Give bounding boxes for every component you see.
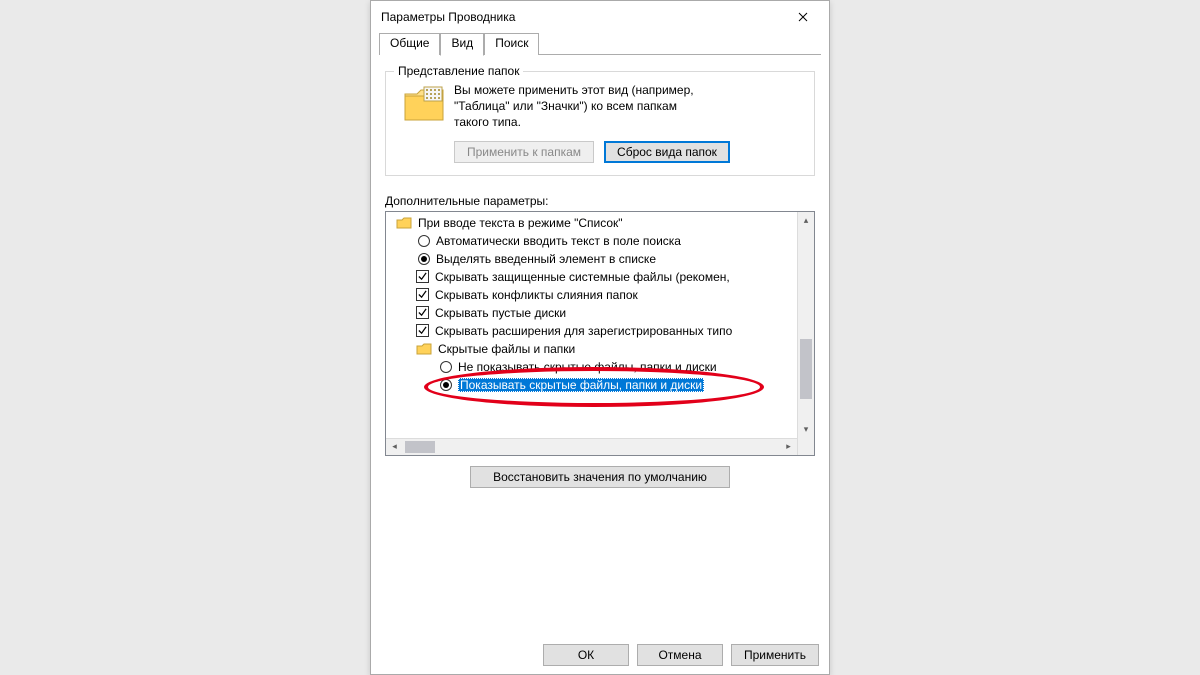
scroll-down-icon[interactable]: ▾ bbox=[798, 421, 815, 438]
tab-general[interactable]: Общие bbox=[379, 33, 440, 55]
checkbox-icon bbox=[416, 324, 429, 337]
radio-icon bbox=[418, 253, 430, 265]
scroll-thumb[interactable] bbox=[405, 441, 435, 453]
horizontal-scrollbar[interactable]: ◂ ▸ bbox=[386, 438, 814, 455]
tree-group-list-typing[interactable]: При вводе текста в режиме "Список" bbox=[386, 214, 814, 232]
checkbox-icon bbox=[416, 288, 429, 301]
scroll-thumb[interactable] bbox=[800, 339, 812, 399]
tree-check-hide-merge-conflicts[interactable]: Скрывать конфликты слияния папок bbox=[386, 286, 814, 304]
tree-check-hide-empty-drives[interactable]: Скрывать пустые диски bbox=[386, 304, 814, 322]
titlebar: Параметры Проводника bbox=[371, 1, 829, 33]
tree-check-hide-protected[interactable]: Скрывать защищенные системные файлы (рек… bbox=[386, 268, 814, 286]
tree-radio-auto-search[interactable]: Автоматически вводить текст в поле поиск… bbox=[386, 232, 814, 250]
folder-views-legend: Представление папок bbox=[394, 64, 523, 78]
tree-check-hide-extensions[interactable]: Скрывать расширения для зарегистрированн… bbox=[386, 322, 814, 340]
apply-to-folders-button: Применить к папкам bbox=[454, 141, 594, 163]
window-title: Параметры Проводника bbox=[381, 10, 781, 24]
advanced-settings-tree: При вводе текста в режиме "Список" Автом… bbox=[385, 211, 815, 456]
folder-icon bbox=[396, 216, 412, 230]
tree-group-hidden-files[interactable]: Скрытые файлы и папки bbox=[386, 340, 814, 358]
ok-button[interactable]: ОК bbox=[543, 644, 629, 666]
tab-view[interactable]: Вид bbox=[440, 33, 484, 56]
radio-icon bbox=[440, 379, 452, 391]
close-icon bbox=[798, 12, 808, 22]
selected-item-label: Показывать скрытые файлы, папки и диски bbox=[458, 378, 704, 392]
scroll-track[interactable] bbox=[403, 439, 780, 455]
close-button[interactable] bbox=[781, 2, 825, 32]
folder-options-dialog: Параметры Проводника Общие Вид Поиск Пре… bbox=[370, 0, 830, 675]
checkbox-icon bbox=[416, 306, 429, 319]
radio-icon bbox=[440, 361, 452, 373]
tab-body-view: Представление папок Вы можете применить … bbox=[371, 55, 829, 636]
dialog-footer: ОК Отмена Применить bbox=[371, 636, 829, 674]
checkbox-icon bbox=[416, 270, 429, 283]
restore-defaults-button[interactable]: Восстановить значения по умолчанию bbox=[470, 466, 730, 488]
folder-icon bbox=[416, 342, 432, 356]
scroll-up-icon[interactable]: ▴ bbox=[798, 212, 815, 229]
cancel-button[interactable]: Отмена bbox=[637, 644, 723, 666]
tree-viewport: При вводе текста в режиме "Список" Автом… bbox=[386, 212, 814, 438]
scroll-left-icon[interactable]: ◂ bbox=[386, 438, 403, 455]
tree-radio-select-typed[interactable]: Выделять введенный элемент в списке bbox=[386, 250, 814, 268]
scroll-track[interactable] bbox=[798, 229, 814, 421]
radio-icon bbox=[418, 235, 430, 247]
vertical-scrollbar[interactable]: ▴ ▾ bbox=[797, 212, 814, 438]
folder-views-group: Представление папок Вы можете применить … bbox=[385, 71, 815, 176]
tree-radio-show-hidden[interactable]: Показывать скрытые файлы, папки и диски bbox=[386, 376, 814, 394]
apply-button[interactable]: Применить bbox=[731, 644, 819, 666]
folder-views-description: Вы можете применить этот вид (например, … bbox=[454, 82, 694, 131]
scroll-right-icon[interactable]: ▸ bbox=[780, 438, 797, 455]
scroll-corner bbox=[797, 438, 814, 455]
folder-icon bbox=[402, 84, 446, 124]
reset-folders-button[interactable]: Сброс вида папок bbox=[604, 141, 730, 163]
tab-strip: Общие Вид Поиск bbox=[371, 33, 829, 55]
tab-search[interactable]: Поиск bbox=[484, 33, 539, 55]
tree-radio-dont-show-hidden[interactable]: Не показывать скрытые файлы, папки и дис… bbox=[386, 358, 814, 376]
advanced-settings-label: Дополнительные параметры: bbox=[385, 194, 815, 208]
